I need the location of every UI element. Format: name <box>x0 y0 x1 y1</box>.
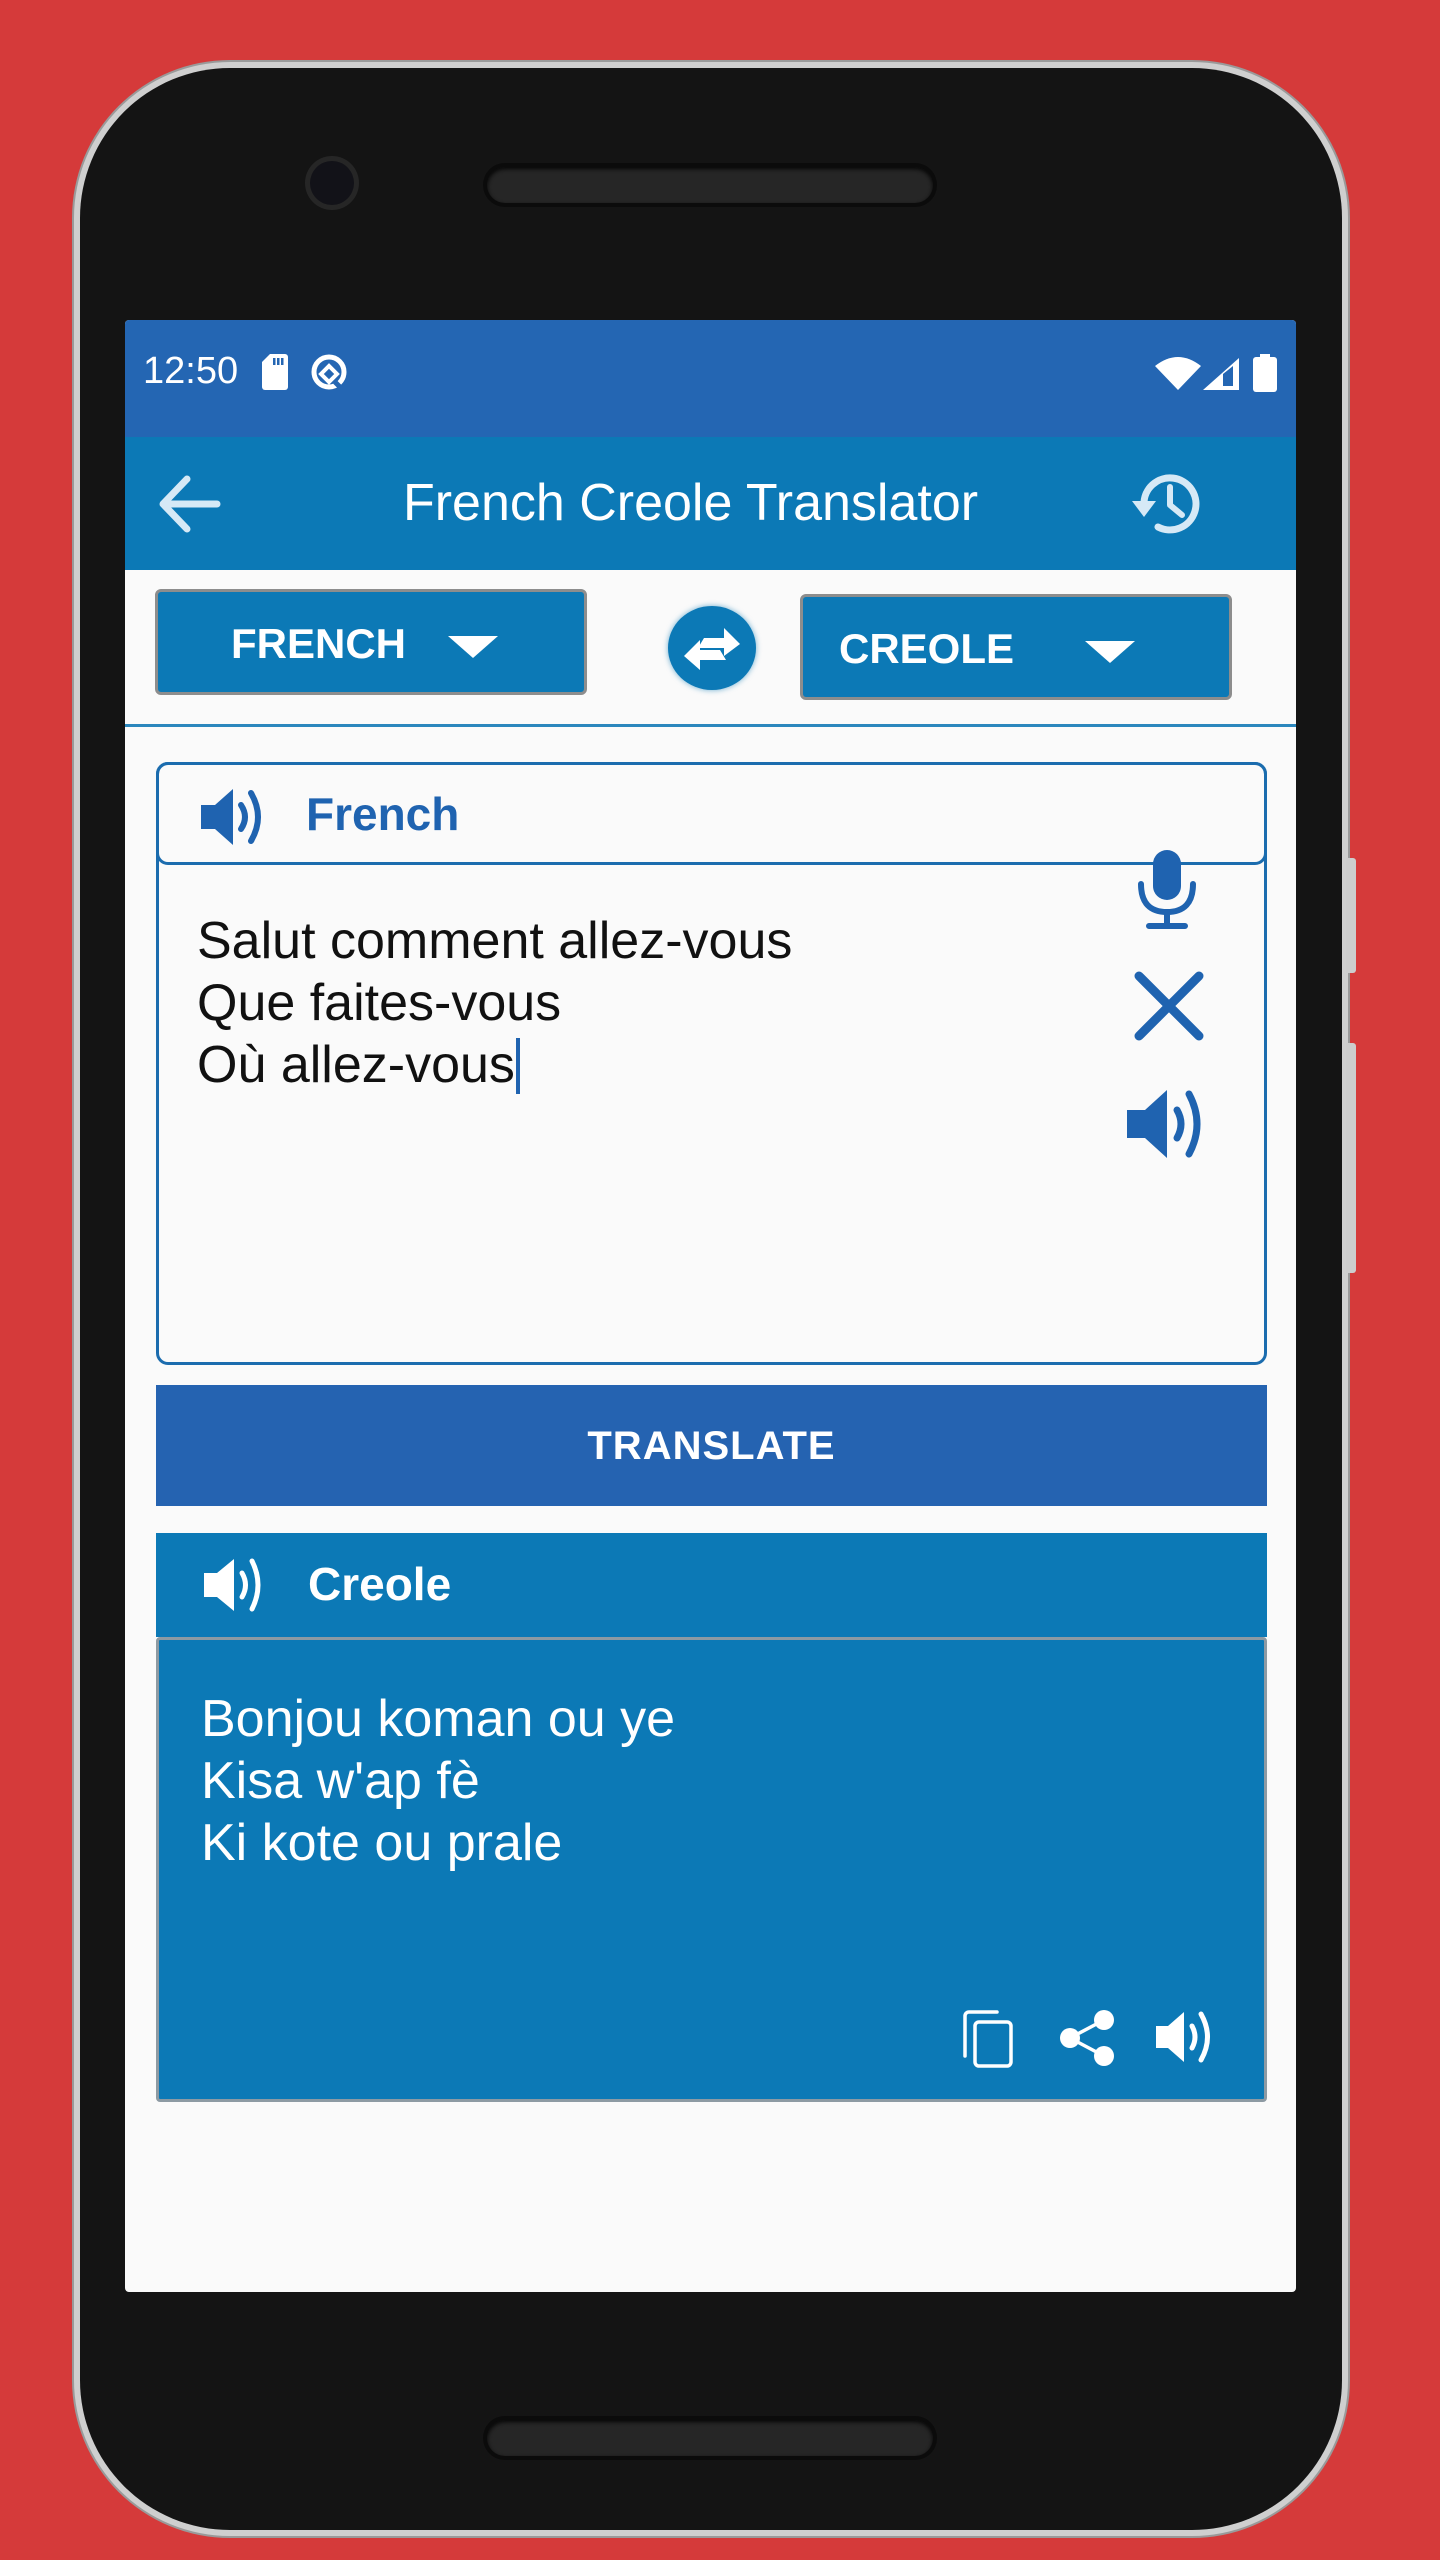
share-icon <box>1060 2010 1114 2066</box>
target-language-label: CREOLE <box>839 625 1015 672</box>
history-button[interactable] <box>1128 465 1206 543</box>
dropdown-arrow-icon <box>448 636 498 658</box>
speaker-icon <box>1156 2011 1210 2063</box>
input-card-header: French <box>156 762 1267 865</box>
input-language-label: French <box>306 788 460 840</box>
translated-text-line: Bonjou koman ou ye <box>201 1690 676 1748</box>
translated-text-line: Kisa w'ap fè <box>201 1752 480 1810</box>
sd-card-icon <box>262 354 288 395</box>
target-language-select[interactable]: CREOLE <box>800 594 1232 700</box>
copy-button[interactable] <box>961 2008 1015 2073</box>
speaker-icon[interactable] <box>202 1557 264 1618</box>
input-card: French Salut comment allez-vous Que fait… <box>156 762 1267 1365</box>
output-card: Creole Bonjou koman ou ye Kisa w'ap fè K… <box>156 1533 1267 2103</box>
power-button <box>1346 858 1356 973</box>
share-button[interactable] <box>1058 2008 1118 2073</box>
output-card-header: Creole <box>156 1533 1267 1637</box>
speaker-icon[interactable] <box>199 787 265 852</box>
bottom-speaker <box>487 2420 933 2456</box>
data-saver-icon <box>309 352 349 397</box>
microphone-button[interactable] <box>1135 850 1199 935</box>
history-icon <box>1132 474 1200 534</box>
app-toolbar: French Creole Translator <box>125 437 1296 570</box>
signal-icon <box>1203 358 1239 395</box>
translation-output: Bonjou koman ou ye Kisa w'ap fè Ki kote … <box>156 1637 1267 2102</box>
status-time: 12:50 <box>143 350 239 392</box>
microphone-icon <box>1138 850 1196 929</box>
swap-arrows-icon <box>684 628 740 670</box>
source-text-line: Salut comment allez-vous <box>197 912 793 970</box>
app-screen: 12:50 French Creole Translator FRENCH CR… <box>125 320 1296 2292</box>
earpiece-speaker <box>487 167 933 203</box>
dropdown-arrow-icon <box>1085 641 1135 663</box>
source-language-select[interactable]: FRENCH <box>155 589 587 695</box>
speak-source-button[interactable] <box>1125 1088 1207 1165</box>
text-cursor <box>515 1038 520 1094</box>
source-text-line: Où allez-vous <box>197 1036 515 1094</box>
status-bar: 12:50 <box>125 320 1296 437</box>
source-language-label: FRENCH <box>231 620 406 667</box>
volume-button <box>1346 1043 1356 1273</box>
source-text-line: Que faites-vous <box>197 974 562 1032</box>
translated-text: Bonjou koman ou ye Kisa w'ap fè Ki kote … <box>201 1688 675 1874</box>
swap-languages-button[interactable] <box>668 606 756 690</box>
source-text-input[interactable]: Salut comment allez-vous Que faites-vous… <box>197 910 792 1096</box>
divider <box>125 724 1296 727</box>
copy-icon <box>963 2010 1013 2068</box>
wifi-icon <box>1155 356 1201 395</box>
clear-icon <box>1134 971 1204 1041</box>
speaker-icon <box>1127 1090 1201 1158</box>
speak-translation-button[interactable] <box>1154 2008 1214 2071</box>
output-language-label: Creole <box>308 1558 452 1610</box>
translate-button[interactable]: TRANSLATE <box>156 1385 1267 1506</box>
translated-text-line: Ki kote ou prale <box>201 1814 563 1872</box>
front-camera <box>310 161 354 205</box>
clear-text-button[interactable] <box>1133 970 1205 1047</box>
page-title: French Creole Translator <box>402 474 979 532</box>
battery-icon <box>1253 354 1277 397</box>
